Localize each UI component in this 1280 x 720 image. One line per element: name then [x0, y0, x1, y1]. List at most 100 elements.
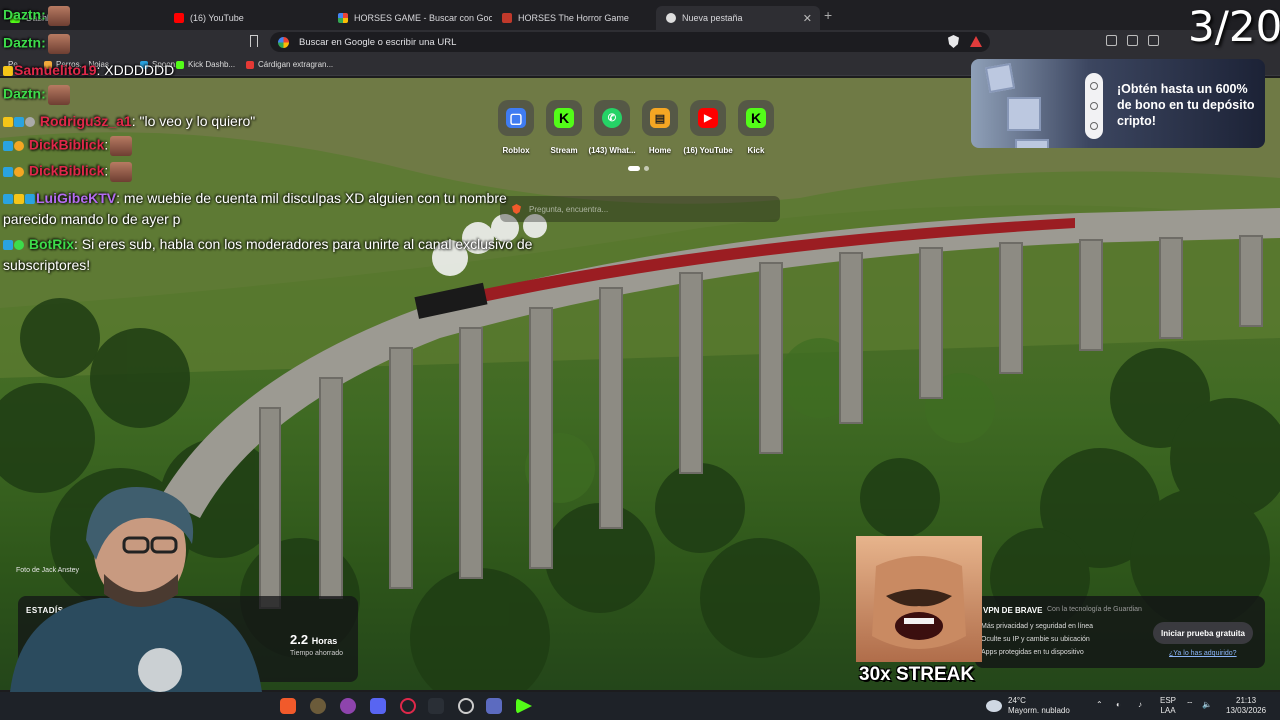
clapper-icon: ▤	[650, 108, 670, 128]
brave-rewards-icon[interactable]	[970, 36, 982, 47]
chat-message: LuiGibeKTV: me wuebie de cuenta mil disc…	[3, 190, 507, 206]
newtab-search-input[interactable]: Pregunta, encuentra...	[500, 196, 780, 222]
chat-message: Daztn:	[3, 85, 70, 105]
gift-icon	[1015, 139, 1049, 148]
brave-taskbar-icon[interactable]	[280, 698, 296, 714]
streamer-silhouette	[10, 487, 262, 692]
bookmark-item[interactable]: Kick Dashb...	[176, 60, 235, 69]
one-badge-icon	[14, 167, 24, 177]
whatsapp-icon: ✆	[602, 108, 622, 128]
app-taskbar-icon[interactable]	[486, 698, 502, 714]
wifi-icon[interactable]: ⌔	[1186, 700, 1194, 710]
google-icon	[278, 36, 289, 48]
chat-message: DickBiblick:	[3, 162, 133, 182]
hide-icon[interactable]	[1090, 122, 1098, 130]
opera-taskbar-icon[interactable]	[400, 698, 416, 714]
google-tab-icon	[338, 13, 348, 23]
search-icon[interactable]	[1090, 82, 1098, 90]
verified-badge-icon	[14, 240, 24, 251]
crown-badge-icon	[3, 66, 13, 77]
chat-message-continued: subscriptores!	[3, 257, 91, 273]
chevron-up-icon[interactable]: ⌃	[1096, 700, 1103, 710]
already-purchased-link[interactable]: ¿Ya lo has adquirido?	[1169, 650, 1237, 657]
new-tab-button[interactable]: +	[824, 7, 832, 23]
close-tab-icon[interactable]: ✕	[803, 12, 812, 25]
chat-message: DickBiblick:	[3, 136, 133, 156]
url-placeholder: Buscar en Google o escribir una URL	[299, 36, 457, 48]
vpn-widget: VPN DE BRAVE Con la tecnología de Guardi…	[975, 596, 1265, 668]
steam-taskbar-icon[interactable]	[458, 698, 474, 714]
volume-icon[interactable]: 🔈	[1202, 700, 1212, 710]
emote-icon	[47, 6, 70, 26]
tab-bar: Dashboard (16) YouTube HORSES GAME - Bus…	[0, 0, 1280, 30]
clock[interactable]: 21:13 13/03/2026	[1226, 696, 1266, 716]
sidebar-icon[interactable]	[1148, 35, 1159, 46]
network-icon[interactable]: ◐	[1116, 700, 1121, 710]
info-icon[interactable]	[1090, 102, 1098, 110]
extension-icon[interactable]	[1106, 35, 1117, 46]
shortcut-youtube[interactable]: ▶ (16) YouTube	[683, 100, 733, 155]
kick-icon: K	[554, 108, 574, 128]
sponsored-card[interactable]: ¡Obtén hasta un 600% de bono en tu depós…	[971, 59, 1265, 148]
chat-message: Rodrigu3z_a1: "lo veo y lo quiero"	[3, 113, 255, 129]
shortcut-roblox[interactable]: ▢ Roblox	[498, 100, 534, 155]
brave-tab-icon	[666, 13, 676, 23]
tab-label: Nueva pestaña	[682, 13, 743, 23]
app-taskbar-icon[interactable]	[310, 698, 326, 714]
gift-badge-icon	[25, 117, 35, 128]
tab-youtube[interactable]: (16) YouTube	[164, 6, 328, 30]
shortcut-home[interactable]: ▤ Home	[642, 100, 678, 155]
discord-taskbar-icon[interactable]	[370, 698, 386, 714]
youtube-tab-icon	[174, 13, 184, 23]
kick-taskbar-icon[interactable]	[516, 698, 532, 714]
chat-message: Samuelito19: XDDDDDD	[3, 62, 174, 78]
chat-message: Daztn:	[3, 6, 70, 26]
quick-launch: ▢ Roblox K Stream ✆ (143) What... ▤ Home…	[498, 100, 774, 155]
tab-google-search[interactable]: HORSES GAME - Buscar con Google	[328, 6, 492, 30]
reaction-meme-image	[856, 536, 982, 662]
language-indicator[interactable]: ESP LAA	[1160, 696, 1176, 716]
shortcut-pager[interactable]	[628, 166, 649, 171]
crown-badge-icon	[3, 117, 13, 128]
sub-badge-icon	[25, 194, 35, 205]
steam-tab-icon	[502, 13, 512, 23]
tab-label: (16) YouTube	[190, 13, 244, 23]
crown-badge-icon	[14, 194, 24, 205]
emote-icon	[47, 34, 70, 54]
chat-message: BotRix: Si eres sub, habla con los moder…	[3, 236, 532, 252]
bookmark-item[interactable]: Cárdigan extragran...	[246, 60, 333, 69]
kick-icon: K	[746, 108, 766, 128]
emote-icon	[47, 85, 70, 105]
one-badge-icon	[14, 141, 24, 151]
kick-icon	[176, 60, 184, 69]
roblox-icon: ▢	[506, 108, 526, 128]
shortcut-stream[interactable]: K Stream	[546, 100, 582, 155]
weather-widget[interactable]: 24°C Mayorm. nublado	[1008, 696, 1070, 716]
url-input[interactable]: Buscar en Google o escribir una URL	[270, 32, 990, 52]
tab-new-tab[interactable]: Nueva pestaña ✕	[656, 6, 820, 30]
laughing-face	[872, 556, 966, 649]
cloud-icon	[986, 700, 1002, 712]
puzzle-icon[interactable]	[1127, 35, 1138, 46]
taskbar: 24°C Mayorm. nublado ⌃ ◐ ♪ ESP LAA ⌔ 🔈 2…	[0, 692, 1280, 720]
webcam-overlay	[0, 470, 270, 692]
tab-horses-game[interactable]: HORSES The Horror Game	[492, 6, 656, 30]
brave-icon	[512, 204, 521, 214]
microphone-icon[interactable]: ♪	[1138, 700, 1142, 710]
time-saved-value: 2.2 Horas	[290, 632, 338, 647]
gift-icon	[984, 62, 1016, 94]
bookmark-icon[interactable]	[250, 35, 258, 47]
emote-icon	[110, 162, 133, 182]
sword-badge-icon	[3, 240, 13, 251]
address-bar: Buscar en Google o escribir una URL	[0, 30, 1280, 54]
sword-badge-icon	[3, 194, 13, 205]
start-trial-button[interactable]: Iniciar prueba gratuita	[1153, 622, 1253, 644]
extensions-area	[1106, 35, 1159, 46]
sub-badge-icon	[3, 167, 13, 177]
shortcut-kick[interactable]: K Kick	[738, 100, 774, 155]
ad-text: ¡Obtén hasta un 600% de bono en tu depós…	[1117, 82, 1255, 128]
shortcut-whatsapp[interactable]: ✆ (143) What...	[588, 100, 636, 155]
terminal-taskbar-icon[interactable]	[428, 698, 444, 714]
obs-taskbar-icon[interactable]	[340, 698, 356, 714]
tab-label: HORSES GAME - Buscar con Google	[354, 13, 492, 23]
